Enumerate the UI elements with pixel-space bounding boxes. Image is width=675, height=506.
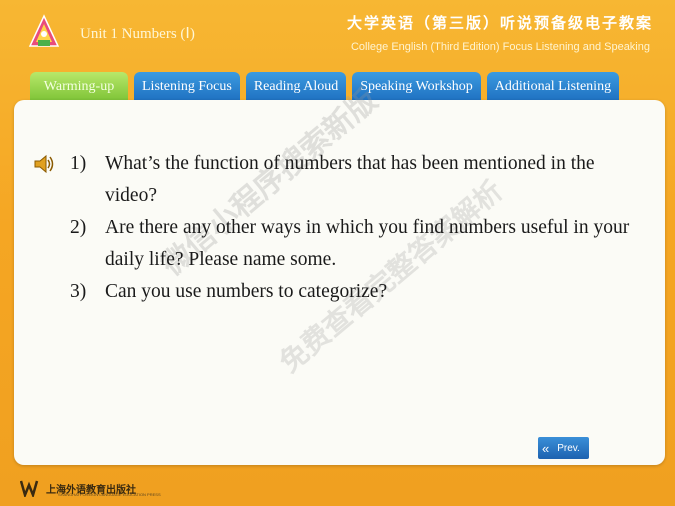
- section-tabs: Warming-up Listening Focus Reading Aloud…: [30, 72, 620, 102]
- publisher-w-icon: [20, 480, 39, 497]
- publisher-logo: 上海外语教育出版社 SHANGHAI FOREIGN LANGUAGE EDUC…: [20, 478, 161, 498]
- question-text: Can you use numbers to categorize?: [105, 281, 388, 302]
- prev-label: Prev.: [557, 442, 580, 454]
- unit-title: Unit 1 Numbers (Ⅰ): [80, 26, 195, 42]
- course-title-english: College English (Third Edition) Focus Li…: [350, 41, 650, 53]
- list-item: 3) Can you use numbers to categorize?: [70, 276, 630, 308]
- question-text: Are there any other ways in which you fi…: [105, 217, 630, 270]
- question-number: 1): [70, 153, 87, 174]
- question-number: 3): [70, 281, 87, 302]
- tab-listening-focus[interactable]: Listening Focus: [134, 72, 240, 102]
- tab-warming-up[interactable]: Warming-up: [30, 72, 128, 102]
- double-chevron-left-icon: «: [542, 440, 550, 456]
- question-text: What’s the function of numbers that has …: [105, 153, 595, 206]
- question-number: 2): [70, 217, 87, 238]
- list-item: 1) What’s the function of numbers that h…: [70, 148, 630, 212]
- question-list: 1) What’s the function of numbers that h…: [70, 148, 630, 308]
- speaker-icon[interactable]: [32, 152, 56, 176]
- course-title-chinese: 大学英语（第三版）听说预备级电子教案: [346, 14, 653, 32]
- publisher-name-english: SHANGHAI FOREIGN LANGUAGE EDUCATION PRES…: [58, 492, 161, 497]
- prev-button[interactable]: « Prev.: [538, 437, 589, 459]
- list-item: 2) Are there any other ways in which you…: [70, 212, 630, 276]
- tab-additional-listening[interactable]: Additional Listening: [486, 72, 620, 102]
- book-logo-icon: [28, 14, 60, 50]
